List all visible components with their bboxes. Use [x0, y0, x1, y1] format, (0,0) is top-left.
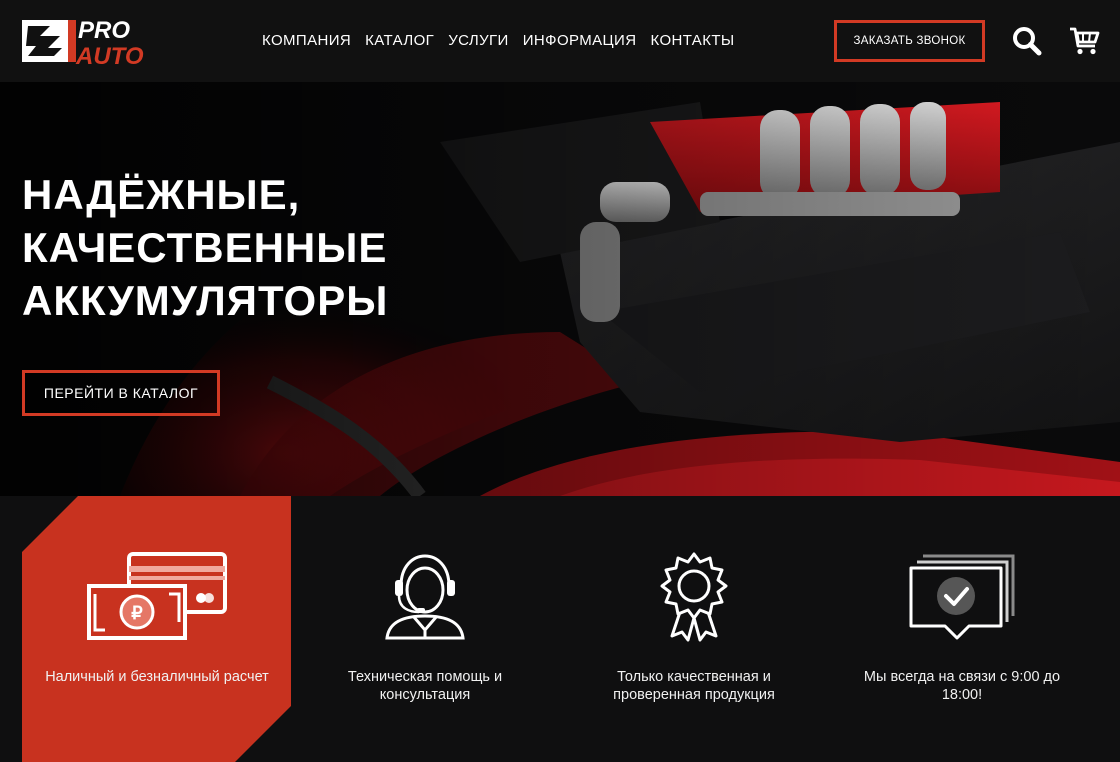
hero-title-line: НАДЁЖНЫЕ,: [22, 171, 301, 218]
pro-auto-logo[interactable]: PRO AUTO: [20, 14, 156, 68]
hero-title-line: КАЧЕСТВЕННЫЕ: [22, 224, 388, 271]
main-nav: КОМПАНИЯ КАТАЛОГ УСЛУГИ ИНФОРМАЦИЯ КОНТА…: [262, 32, 749, 49]
svg-text:PRO: PRO: [78, 17, 130, 44]
payment-cards-icon: ₽: [87, 552, 227, 640]
nav-item-info[interactable]: ИНФОРМАЦИЯ: [523, 32, 637, 49]
order-call-button[interactable]: ЗАКАЗАТЬ ЗВОНОК: [834, 20, 985, 62]
feature-text: Мы всегда на связи с 9:00 до 18:00!: [863, 669, 1061, 703]
nav-item-catalog[interactable]: КАТАЛОГ: [365, 32, 434, 49]
nav-item-services[interactable]: УСЛУГИ: [448, 32, 509, 49]
go-to-catalog-button[interactable]: ПЕРЕЙТИ В КАТАЛОГ: [22, 370, 220, 416]
message-check-icon: [909, 554, 1015, 640]
features-section: ₽ Наличный и безналичный расчет Техничес…: [0, 496, 1120, 762]
cart-icon[interactable]: [1068, 24, 1100, 56]
feature-text: Наличный и безналичный расчет: [45, 669, 269, 685]
hero-title-line: АККУМУЛЯТОРЫ: [22, 277, 389, 324]
feature-contact: Мы всегда на связи с 9:00 до 18:00!: [827, 496, 1097, 762]
quality-badge-icon: [660, 552, 728, 642]
nav-item-contacts[interactable]: КОНТАКТЫ: [650, 32, 734, 49]
feature-payment: ₽ Наличный и безналичный расчет: [22, 496, 292, 762]
search-icon[interactable]: [1012, 26, 1042, 56]
hero-title: НАДЁЖНЫЕ, КАЧЕСТВЕННЫЕ АККУМУЛЯТОРЫ: [22, 168, 388, 327]
feature-quality: Только качественная и проверенная продук…: [559, 496, 829, 762]
svg-text:AUTO: AUTO: [75, 43, 144, 68]
svg-text:₽: ₽: [131, 603, 143, 623]
feature-text: Только качественная и проверенная продук…: [613, 669, 775, 703]
feature-text: Техническая помощь и консультация: [347, 669, 503, 703]
hero-banner: НАДЁЖНЫЕ, КАЧЕСТВЕННЫЕ АККУМУЛЯТОРЫ ПЕРЕ…: [0, 82, 1120, 496]
support-operator-icon: [385, 554, 465, 640]
nav-item-company[interactable]: КОМПАНИЯ: [262, 32, 351, 49]
feature-support: Техническая помощь и консультация: [290, 496, 560, 762]
site-header: PRO AUTO КОМПАНИЯ КАТАЛОГ УСЛУГИ ИНФОРМА…: [0, 0, 1120, 82]
